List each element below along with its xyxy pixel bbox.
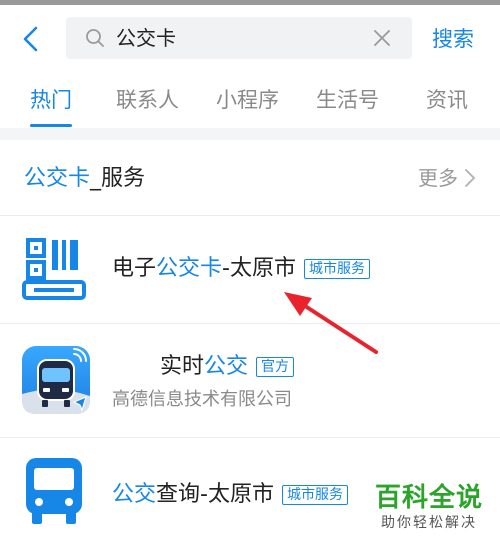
search-input[interactable]: 公交卡 (66, 17, 412, 59)
annotation-arrow-icon (284, 292, 378, 354)
tab-mini-programs[interactable]: 小程序 (216, 86, 279, 114)
result-title: 公交 查询-太原市 城市服务 (112, 480, 348, 510)
search-query-text: 公交卡 (116, 26, 176, 50)
more-label: 更多 (418, 166, 458, 190)
tab-life-accounts[interactable]: 生活号 (316, 86, 379, 114)
watermark-logo: 百科全说 助你轻松解决 (372, 482, 486, 532)
chevron-right-icon (465, 169, 475, 187)
back-button[interactable] (18, 25, 46, 53)
chevron-left-icon (23, 26, 38, 52)
status-badge: 城市服务 (303, 259, 370, 279)
search-icon (86, 29, 104, 47)
section-title: 公交卡_服务 (24, 166, 146, 191)
bus-app-icon (22, 346, 90, 414)
result-subtitle: 高德信息技术有限公司 (112, 389, 292, 410)
search-button[interactable]: 搜索 (432, 25, 474, 53)
qr-bus-card-icon (22, 238, 86, 300)
status-badge: 城市服务 (281, 485, 348, 505)
watermark-slogan: 助你轻松解决 (381, 515, 477, 531)
result-item-realtime-bus[interactable]: 实时 公交 官方 高德信息技术有限公司 (0, 324, 500, 438)
service-section-header: 公交卡_服务 更多 (0, 140, 500, 216)
close-icon[interactable] (372, 28, 392, 48)
more-button[interactable]: 更多 (418, 164, 476, 192)
result-title: 实时 公交 官方 (160, 352, 295, 382)
tab-news[interactable]: 资讯 (426, 86, 468, 114)
section-divider (0, 128, 500, 140)
result-item-ecard[interactable]: 电子 公交卡 -太原市 城市服务 (0, 216, 500, 324)
search-bar: 公交卡 搜索 (0, 5, 500, 67)
watermark-title: 百科全说 (374, 483, 483, 513)
bus-icon (26, 458, 82, 524)
active-tab-indicator (30, 124, 72, 127)
result-title: 电子 公交卡 -太原市 城市服务 (112, 254, 370, 284)
category-tabs: 热门 联系人 小程序 生活号 资讯 (0, 70, 500, 128)
tab-contacts[interactable]: 联系人 (116, 86, 179, 114)
tab-hot[interactable]: 热门 (30, 86, 72, 114)
